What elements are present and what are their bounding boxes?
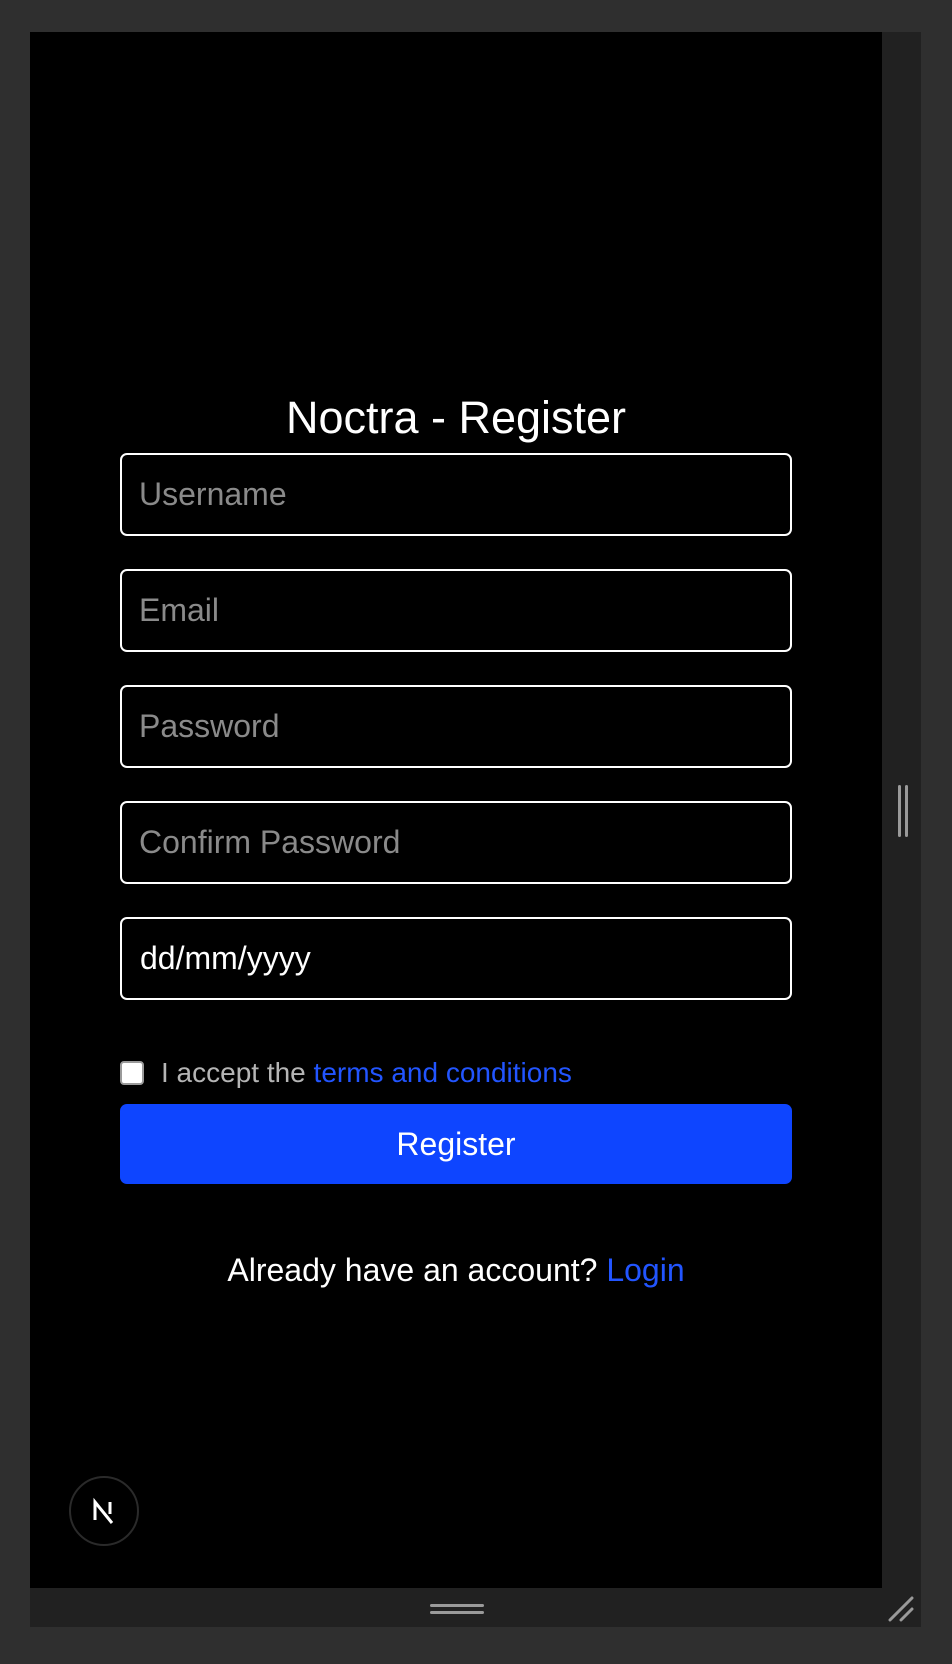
nextjs-logo-icon [93, 1497, 114, 1524]
password-input[interactable] [120, 685, 792, 768]
terms-row: I accept the terms and conditions [120, 1053, 572, 1093]
email-input[interactable] [120, 569, 792, 652]
bottom-resize-handle-icon[interactable] [430, 1602, 484, 1616]
page-title: Noctra - Register [285, 392, 627, 443]
confirm-password-input[interactable] [120, 801, 792, 884]
login-link[interactable]: Login [606, 1252, 684, 1288]
birthdate-input[interactable]: dd/mm/yyyy [120, 917, 792, 1000]
corner-resize-grip-icon[interactable] [888, 1596, 914, 1622]
terms-label: I accept the [161, 1057, 314, 1088]
username-input[interactable] [120, 453, 792, 536]
login-prompt: Already have an account? [227, 1252, 607, 1288]
app-viewport: Noctra - Register dd/mm/yyyy I accept th… [30, 32, 882, 1588]
login-row: Already have an account? Login [30, 1252, 882, 1289]
nextjs-badge[interactable] [69, 1476, 139, 1546]
side-resize-handle-icon[interactable] [897, 785, 909, 837]
register-button[interactable]: Register [120, 1104, 792, 1184]
terms-link[interactable]: terms and conditions [314, 1057, 572, 1089]
terms-checkbox[interactable] [120, 1061, 144, 1085]
